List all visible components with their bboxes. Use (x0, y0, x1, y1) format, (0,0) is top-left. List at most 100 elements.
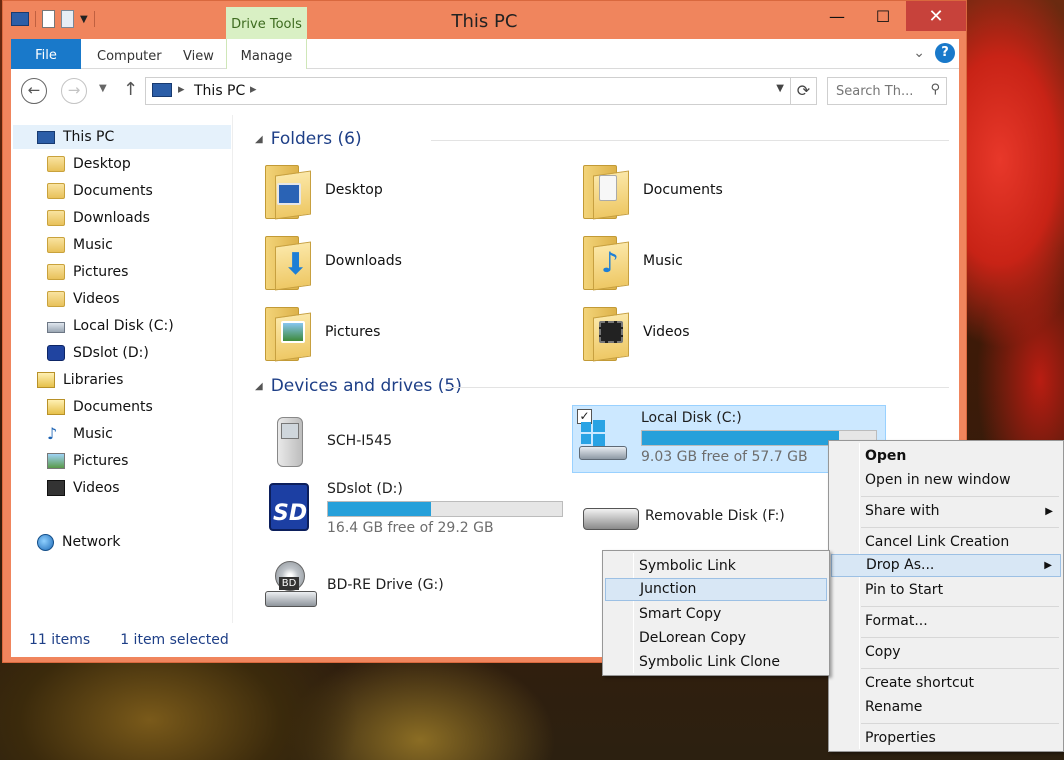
nav-item-downloads[interactable]: Downloads (47, 206, 150, 230)
item-count: 11 items (29, 632, 91, 648)
folder-tile-pictures[interactable]: Pictures (263, 301, 380, 363)
nav-item-this-pc[interactable]: This PC (13, 125, 231, 149)
network-icon (37, 533, 54, 551)
forward-button[interactable]: → (61, 78, 87, 104)
submenu-item-delorean-copy[interactable]: DeLorean Copy (605, 627, 827, 650)
folder-icon (47, 183, 65, 199)
bd-badge: BD (279, 577, 299, 590)
folders-group-header[interactable]: ◢ Folders (6) (255, 129, 362, 149)
tab-manage[interactable]: Manage (226, 39, 307, 69)
tile-label: Music (643, 253, 683, 269)
navigation-bar: ← → ▼ ↑ ▸ This PC ▸ ▼ ⟳ ⚲ (11, 69, 959, 115)
downloads-folder-icon: ⬇ (263, 232, 313, 291)
group-divider (431, 140, 949, 141)
nav-item-network[interactable]: Network (37, 530, 120, 554)
nav-item-lib-videos[interactable]: Videos (47, 476, 120, 500)
back-button[interactable]: ← (21, 78, 47, 104)
folder-icon (47, 237, 65, 253)
nav-item-pictures[interactable]: Pictures (47, 260, 128, 284)
menu-item-create-shortcut[interactable]: Create shortcut (831, 672, 1061, 695)
menu-item-pin-to-start[interactable]: Pin to Start (831, 579, 1061, 602)
nav-item-lib-music[interactable]: ♪ Music (47, 422, 113, 446)
recent-locations-icon[interactable]: ▼ (99, 83, 107, 94)
libraries-icon (37, 372, 55, 388)
menu-item-label: Drop As... (866, 557, 935, 573)
submenu-item-symbolic-link-clone[interactable]: Symbolic Link Clone (605, 651, 827, 674)
devices-group-header[interactable]: ◢ Devices and drives (5) (255, 376, 462, 396)
expand-ribbon-icon[interactable]: ⌄ (913, 45, 925, 61)
videos-folder-icon (581, 303, 631, 362)
folder-icon (47, 210, 65, 226)
nav-item-desktop[interactable]: Desktop (47, 152, 131, 176)
computer-icon (152, 83, 172, 97)
nav-label: Network (62, 534, 121, 550)
search-icon[interactable]: ⚲ (930, 82, 940, 97)
device-label: BD-RE Drive (G:) (327, 577, 444, 593)
search-box: ⚲ (827, 77, 947, 105)
menu-item-properties[interactable]: Properties (831, 727, 1061, 750)
collapse-icon[interactable]: ◢ (255, 381, 263, 392)
folder-icon (47, 291, 65, 307)
collapse-icon[interactable]: ◢ (255, 134, 263, 145)
menu-item-open-new-window[interactable]: Open in new window (831, 469, 1061, 492)
nav-item-lib-documents[interactable]: Documents (47, 395, 153, 419)
device-tile-sdslot-d[interactable]: SD SDslot (D:) 16.4 GB free of 29.2 GB (263, 481, 563, 545)
nav-item-music[interactable]: Music (47, 233, 113, 257)
submenu-item-smart-copy[interactable]: Smart Copy (605, 603, 827, 626)
menu-item-cancel-link-creation[interactable]: Cancel Link Creation (831, 531, 1061, 554)
picture-library-icon (47, 453, 65, 469)
nav-item-documents[interactable]: Documents (47, 179, 153, 203)
menu-item-rename[interactable]: Rename (831, 696, 1061, 719)
help-button[interactable]: ? (935, 43, 955, 63)
device-tile-phone[interactable]: SCH-I545 (263, 409, 563, 473)
nav-item-videos[interactable]: Videos (47, 287, 120, 311)
close-button[interactable]: ✕ (906, 1, 966, 31)
storage-bar-fill (328, 502, 431, 516)
submenu-item-junction[interactable]: Junction (605, 578, 827, 601)
folder-tile-desktop[interactable]: Desktop (263, 159, 383, 221)
nav-item-local-disk-c[interactable]: Local Disk (C:) (47, 314, 174, 338)
device-label: SCH-I545 (327, 433, 393, 449)
device-tile-bd-re-g[interactable]: BD BD-RE Drive (G:) (263, 553, 563, 617)
context-menu: Open Open in new window Share with ▶ Canc… (828, 440, 1064, 752)
tab-view[interactable]: View (183, 39, 214, 69)
removable-drive-icon (581, 490, 639, 542)
device-tile-removable-f[interactable]: Removable Disk (F:) (581, 491, 821, 541)
folder-tile-videos[interactable]: Videos (581, 301, 690, 363)
address-bar[interactable]: ▸ This PC ▸ ▼ (145, 77, 791, 105)
refresh-button[interactable]: ⟳ (791, 77, 817, 105)
minimize-button[interactable]: — (814, 1, 860, 31)
tab-file[interactable]: File (11, 39, 81, 69)
nav-item-libraries[interactable]: Libraries (37, 368, 123, 392)
tile-label: Pictures (325, 324, 381, 340)
ribbon-tabs: File Computer View Manage ⌄ ? (11, 39, 959, 69)
group-title: Folders (6) (270, 129, 362, 149)
nav-item-lib-pictures[interactable]: Pictures (47, 449, 128, 473)
menu-item-format[interactable]: Format... (831, 610, 1061, 633)
nav-item-sdslot-d[interactable]: SDslot (D:) (47, 341, 149, 365)
submenu-item-symbolic-link[interactable]: Symbolic Link (605, 555, 827, 578)
nav-label: SDslot (D:) (73, 345, 149, 361)
maximize-button[interactable]: ☐ (860, 1, 906, 31)
folder-icon (47, 156, 65, 172)
tile-label: Videos (643, 324, 690, 340)
menu-item-drop-as[interactable]: Drop As... ▶ (831, 554, 1061, 577)
breadcrumb-this-pc[interactable]: This PC (194, 83, 245, 99)
nav-label: Downloads (73, 210, 150, 226)
menu-item-open[interactable]: Open (831, 445, 1061, 468)
address-dropdown-icon[interactable]: ▼ (776, 83, 784, 94)
search-input[interactable] (828, 78, 920, 104)
tab-computer[interactable]: Computer (97, 39, 162, 69)
folder-tile-downloads[interactable]: ⬇ Downloads (263, 230, 402, 292)
menu-item-copy[interactable]: Copy (831, 641, 1061, 664)
nav-label: Pictures (73, 453, 129, 469)
storage-bar (327, 501, 563, 517)
nav-label: Documents (73, 399, 153, 415)
folder-tile-music[interactable]: ♪ Music (581, 230, 683, 292)
breadcrumb-separator-icon[interactable]: ▸ (250, 82, 257, 97)
up-button[interactable]: ↑ (123, 79, 138, 100)
menu-item-share-with[interactable]: Share with ▶ (831, 500, 1061, 523)
breadcrumb-separator-icon[interactable]: ▸ (178, 82, 185, 97)
nav-label: Pictures (73, 264, 129, 280)
folder-tile-documents[interactable]: Documents (581, 159, 723, 221)
